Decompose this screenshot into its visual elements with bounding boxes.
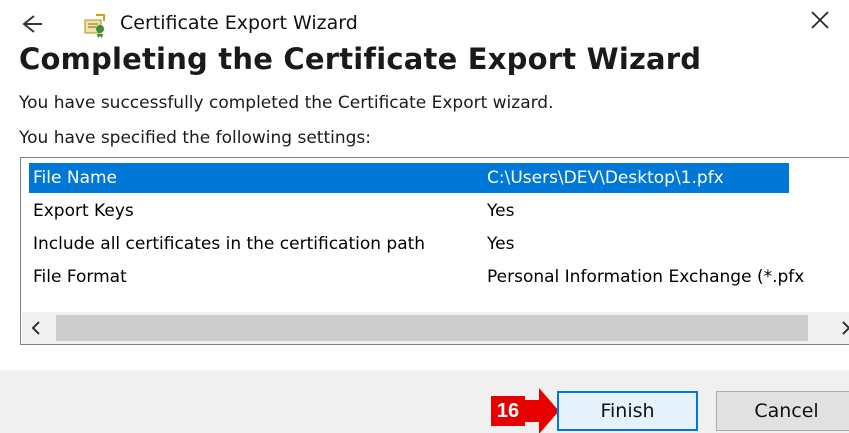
step-arrow-icon	[525, 388, 559, 433]
step-badge: 16	[491, 396, 525, 426]
chevron-right-icon	[842, 321, 849, 335]
setting-name: Include all certificates in the certific…	[33, 234, 426, 254]
close-button[interactable]	[803, 6, 837, 36]
setting-value: Personal Information Exchange (*.pfx	[487, 267, 805, 287]
settings-list[interactable]: File Name C:\Users\DEV\Desktop\1.pfx Exp…	[20, 157, 849, 345]
list-item-include-certificates[interactable]: Include all certificates in the certific…	[29, 229, 789, 259]
list-item-file-name[interactable]: File Name C:\Users\DEV\Desktop\1.pfx	[29, 163, 789, 193]
completion-message: You have successfully completed the Cert…	[19, 93, 554, 113]
scroll-right-button[interactable]	[830, 312, 849, 344]
window-title: Certificate Export Wizard	[120, 12, 358, 34]
setting-name: Export Keys	[33, 201, 134, 221]
list-item-file-format[interactable]: File Format Personal Information Exchang…	[29, 262, 804, 292]
certificate-icon	[82, 12, 108, 38]
setting-value: Yes	[487, 234, 515, 254]
page-heading: Completing the Certificate Export Wizard	[19, 42, 702, 76]
setting-value: C:\Users\DEV\Desktop\1.pfx	[487, 168, 724, 188]
close-icon	[811, 11, 829, 29]
horizontal-scrollbar[interactable]	[22, 312, 849, 344]
setting-value: Yes	[487, 201, 515, 221]
scroll-thumb[interactable]	[56, 315, 808, 341]
back-button[interactable]	[14, 10, 46, 38]
finish-button[interactable]: Finish	[557, 391, 698, 431]
cancel-button[interactable]: Cancel	[716, 391, 849, 431]
setting-name: File Format	[33, 267, 127, 287]
chevron-left-icon	[31, 321, 40, 335]
setting-name: File Name	[33, 168, 118, 188]
settings-intro: You have specified the following setting…	[19, 128, 372, 148]
scroll-left-button[interactable]	[22, 312, 52, 344]
title-bar: Certificate Export Wizard	[0, 0, 849, 44]
list-item-export-keys[interactable]: Export Keys Yes	[29, 196, 789, 226]
back-arrow-icon	[22, 15, 42, 33]
